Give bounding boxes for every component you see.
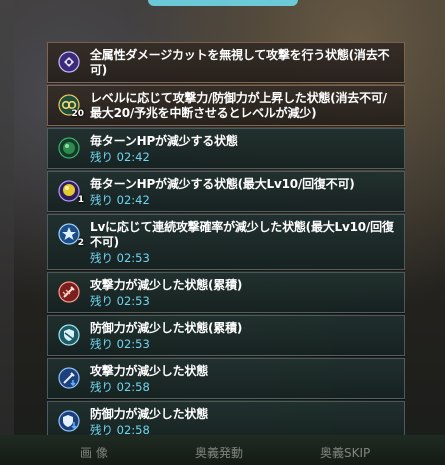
effect-description: 攻撃力が減少した状態 bbox=[90, 364, 209, 378]
effect-description: 毎ターンHPが減少する状態 bbox=[90, 134, 238, 148]
green-poison-orb-icon bbox=[58, 137, 80, 159]
ougi-trigger-label[interactable]: 奥義発動 bbox=[195, 444, 243, 461]
status-effect-row[interactable]: 防御力が減少した状態(累積) 残り 02:53 bbox=[47, 315, 405, 356]
effect-description: 防御力が減少した状態 bbox=[90, 407, 209, 421]
effect-remaining-time: 残り 02:53 bbox=[90, 294, 150, 308]
effect-remaining-time: 残り 02:53 bbox=[90, 337, 150, 351]
effect-remaining-time: 残り 02:58 bbox=[90, 380, 150, 394]
status-effect-row[interactable]: 全属性ダメージカットを無視して攻撃を行う状態(消去不可) bbox=[47, 42, 405, 83]
teal-shield-down-icon bbox=[58, 324, 80, 346]
yellow-poison-orb-icon: 1 bbox=[58, 180, 84, 205]
left-edge-strip bbox=[0, 0, 14, 465]
top-panel-edge bbox=[148, 0, 298, 6]
effect-level-badge: 2 bbox=[77, 238, 84, 248]
effect-remaining-time: 残り 02:53 bbox=[90, 251, 150, 265]
blue-shield-down-icon bbox=[58, 410, 80, 432]
effect-description: 防御力が減少した状態(累積) bbox=[90, 321, 243, 335]
effect-description: 毎ターンHPが減少する状態(最大Lv10/回復不可) bbox=[90, 177, 355, 191]
status-effect-row[interactable]: 1 毎ターンHPが減少する状態(最大Lv10/回復不可) 残り 02:42 bbox=[47, 171, 405, 212]
status-effect-row[interactable]: 20 レベルに応じて攻撃力/防御力が上昇した状態(消去不可/最大20/予兆を中断… bbox=[47, 85, 405, 126]
effect-remaining-time: 残り 02:42 bbox=[90, 150, 150, 164]
ougi-skip-label[interactable]: 奥義SKIP bbox=[320, 444, 370, 461]
effect-description: Lvに応じて連続攻撃確率が減少した状態(最大Lv10/回復不可) bbox=[90, 220, 394, 249]
effect-description: 全属性ダメージカットを無視して攻撃を行う状態(消去不可) bbox=[90, 48, 390, 77]
blue-multiattack-down-icon: 2 bbox=[58, 223, 84, 248]
effect-level-badge: 20 bbox=[71, 109, 84, 119]
status-effect-row[interactable]: 攻撃力が減少した状態 残り 02:58 bbox=[47, 358, 405, 399]
red-sword-down-icon bbox=[58, 281, 80, 303]
gold-level-up-icon: 20 bbox=[58, 94, 84, 119]
effect-description: 攻撃力が減少した状態(累積) bbox=[90, 278, 243, 292]
battle-bottom-bar: 画 像 奥義発動 奥義SKIP bbox=[0, 435, 445, 465]
status-effect-row[interactable]: 攻撃力が減少した状態(累積) 残り 02:53 bbox=[47, 272, 405, 313]
purple-sigil-icon bbox=[58, 51, 80, 73]
effect-level-badge: 1 bbox=[77, 195, 84, 205]
image-button-label[interactable]: 画 像 bbox=[80, 444, 108, 461]
status-effect-row[interactable]: 毎ターンHPが減少する状態 残り 02:42 bbox=[47, 128, 405, 169]
effect-remaining-time: 残り 02:42 bbox=[90, 193, 150, 207]
effect-description: レベルに応じて攻撃力/防御力が上昇した状態(消去不可/最大20/予兆を中断させる… bbox=[90, 91, 387, 120]
blue-sword-down-icon bbox=[58, 367, 80, 389]
status-effect-row[interactable]: 2 Lvに応じて連続攻撃確率が減少した状態(最大Lv10/回復不可) 残り 02… bbox=[47, 214, 405, 270]
status-effect-list: 全属性ダメージカットを無視して攻撃を行う状態(消去不可) 20 レベルに応じて攻… bbox=[47, 42, 405, 444]
